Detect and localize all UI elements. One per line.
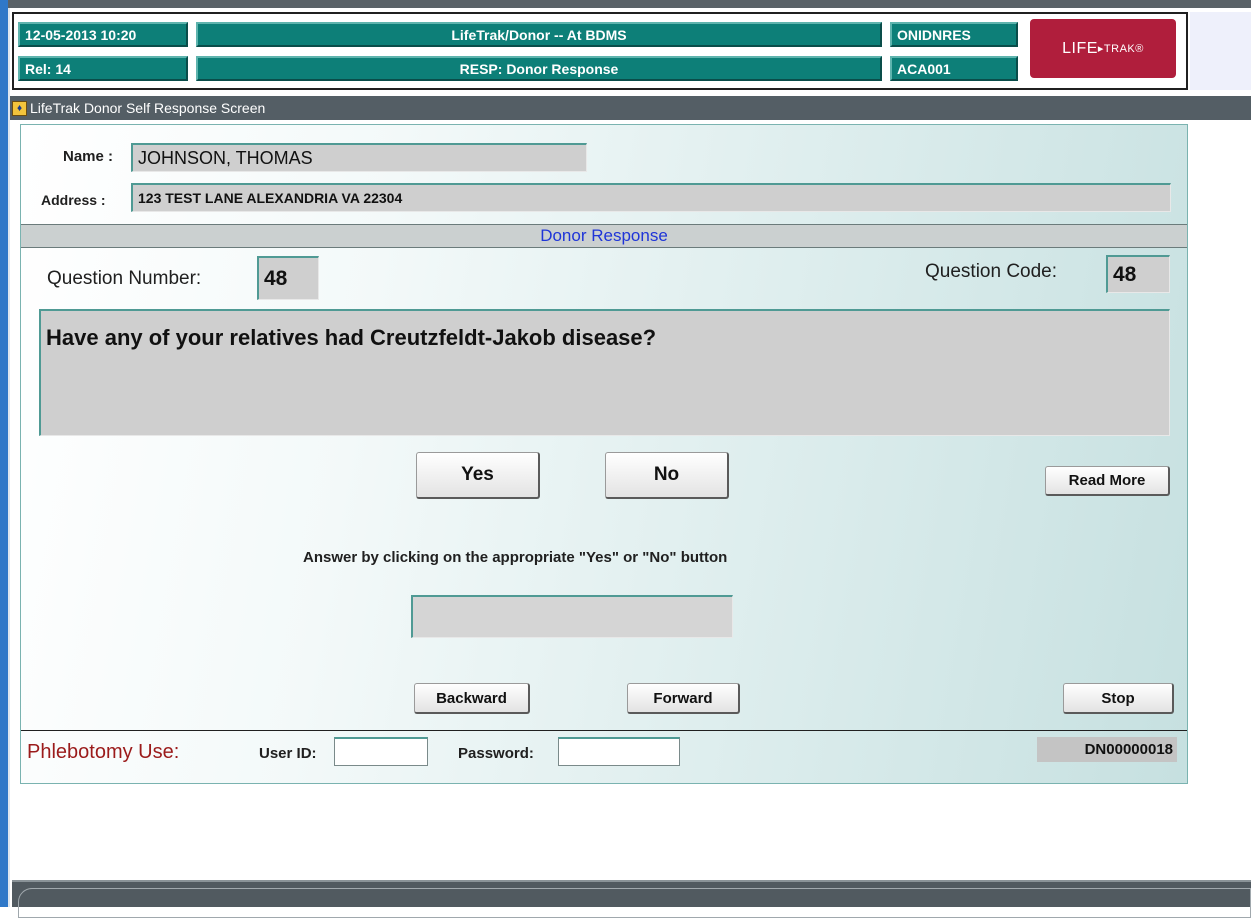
window-left-border (0, 0, 8, 907)
header-right-strip (1190, 12, 1251, 90)
user-id-label: User ID: (259, 745, 317, 762)
question-number-field: 48 (257, 256, 319, 300)
stop-button[interactable]: Stop (1063, 683, 1174, 714)
section-title: Donor Response (540, 226, 668, 245)
app-icon: ♦ (12, 100, 27, 116)
donor-id-field: DN00000018 (1037, 737, 1177, 762)
lifetrak-logo: LIFE ▸TRAK® (1030, 19, 1176, 78)
question-code-label: Question Code: (925, 261, 1058, 282)
header-datetime: 12-05-2013 10:20 (18, 22, 188, 47)
header-app-title: LifeTrak/Donor -- At BDMS (196, 22, 882, 47)
status-footer (12, 880, 1251, 918)
question-text-box: Have any of your relatives had Creutzfel… (39, 309, 1170, 436)
footer-curve (18, 888, 1251, 918)
question-number-label: Question Number: (47, 268, 202, 289)
phlebotomy-divider (21, 730, 1187, 731)
no-button[interactable]: No (605, 452, 729, 499)
read-more-button[interactable]: Read More (1045, 466, 1170, 496)
name-label: Name : (63, 148, 114, 165)
window-title: LifeTrak Donor Self Response Screen (30, 100, 266, 116)
header-program-code: ONIDNRES (890, 22, 1018, 47)
backward-button[interactable]: Backward (414, 683, 530, 714)
answer-display-field (411, 595, 733, 638)
address-label: Address : (41, 192, 106, 208)
section-title-bar: Donor Response (21, 224, 1187, 248)
forward-button[interactable]: Forward (627, 683, 740, 714)
donor-name-field: JOHNSON, THOMAS (131, 143, 587, 172)
donor-response-form: Name : JOHNSON, THOMAS Address : 123 TES… (20, 124, 1188, 784)
window-left-inner-border (8, 8, 10, 907)
header-station-code: ACA001 (890, 56, 1018, 81)
header-release: Rel: 14 (18, 56, 188, 81)
password-input[interactable] (558, 737, 680, 766)
question-code-field: 48 (1106, 255, 1170, 293)
user-id-input[interactable] (334, 737, 428, 766)
window-title-bar: ♦ LifeTrak Donor Self Response Screen (10, 96, 1251, 120)
password-label: Password: (458, 745, 534, 762)
logo-text: LIFE (1062, 39, 1098, 57)
header-screen-title: RESP: Donor Response (196, 56, 882, 81)
window-top-border (0, 0, 1251, 8)
answer-instruction: Answer by clicking on the appropriate "Y… (303, 549, 728, 566)
donor-address-field: 123 TEST LANE ALEXANDRIA VA 22304 (131, 183, 1171, 212)
phlebotomy-label: Phlebotomy Use: (27, 741, 180, 763)
yes-button[interactable]: Yes (416, 452, 540, 499)
logo-small-text: ▸TRAK® (1097, 43, 1144, 55)
